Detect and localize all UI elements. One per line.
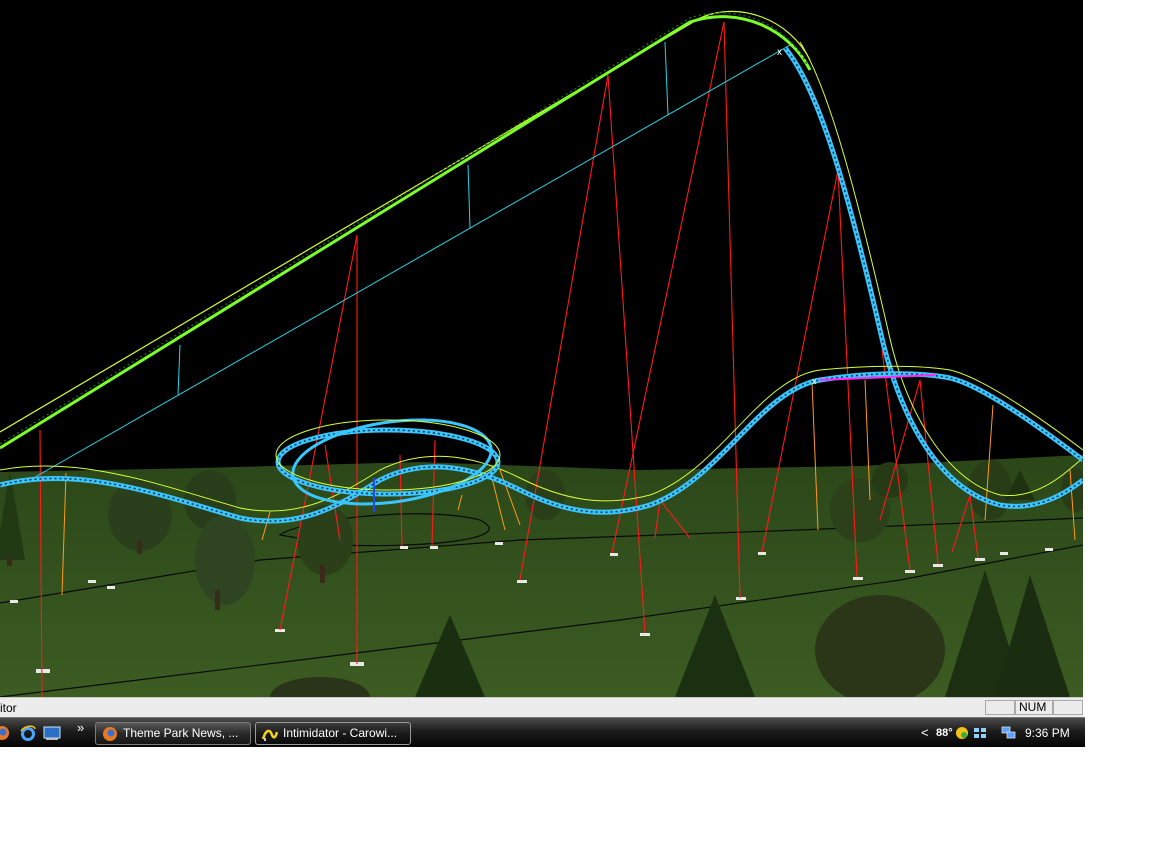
status-text: itor [0, 701, 17, 715]
taskbar-button-intimidator[interactable]: Intimidator - Carowi... [255, 722, 411, 745]
status-pane-num: NUM [1015, 700, 1053, 715]
svg-text:x: x [777, 47, 782, 58]
status-pane-blank [985, 700, 1015, 715]
3d-viewport[interactable]: x x [0, 0, 1083, 697]
clock[interactable]: 9:36 PM [1025, 718, 1070, 748]
svg-text:x: x [812, 376, 817, 386]
internet-explorer-icon[interactable] [20, 725, 36, 741]
taskbar-button-theme-park-news[interactable]: Theme Park News, ... [95, 722, 251, 745]
lift-hill-track [0, 10, 812, 450]
lift-catwalk [29, 41, 791, 481]
network-icon[interactable] [1001, 726, 1016, 740]
firefox-icon [102, 726, 118, 742]
nolimits-coaster-icon [261, 726, 279, 742]
taskbar-button-label: Intimidator - Carowi... [283, 726, 398, 740]
temperature-text[interactable]: 88° [936, 718, 953, 748]
pine-tree [872, 462, 908, 498]
quick-launch-overflow[interactable]: » [77, 720, 84, 735]
firefox-icon[interactable] [0, 725, 10, 741]
status-bar: itor NUM [0, 697, 1083, 717]
pine-tree [968, 460, 1012, 520]
status-pane-blank-2 [1053, 700, 1083, 715]
taskbar: » Theme Park News, ... Intimidator - Car… [0, 717, 1085, 747]
first-drop-track [783, 41, 1083, 509]
taskbar-button-label: Theme Park News, ... [123, 726, 239, 740]
coaster-scene: x x [0, 10, 1083, 697]
show-desktop-icon[interactable] [43, 725, 61, 741]
dropbox-icon[interactable] [973, 726, 987, 740]
weather-icon[interactable] [955, 726, 969, 740]
tray-expand-button[interactable]: < [921, 718, 929, 748]
